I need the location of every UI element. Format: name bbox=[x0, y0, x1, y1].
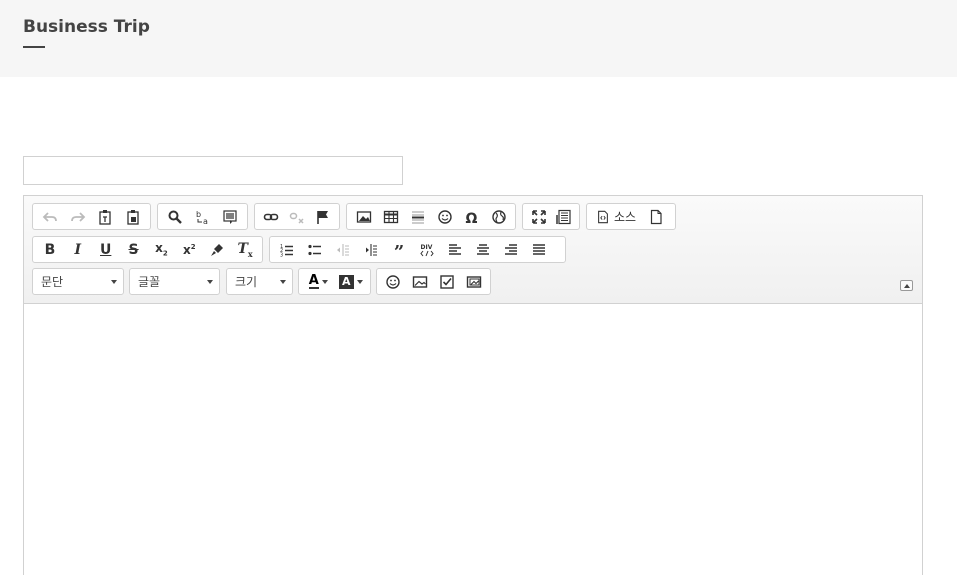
justify-icon[interactable] bbox=[525, 238, 553, 261]
emoji-icon[interactable] bbox=[380, 270, 407, 293]
toolbar-group-paragraph: 123 ” DIV bbox=[269, 236, 566, 263]
svg-text:DIV: DIV bbox=[421, 244, 433, 251]
collapse-icon bbox=[903, 283, 910, 288]
paste-text-icon[interactable] bbox=[92, 205, 120, 228]
smiley-icon[interactable] bbox=[431, 205, 458, 228]
image-icon[interactable] bbox=[350, 205, 377, 228]
underline-icon[interactable]: U bbox=[92, 238, 120, 261]
bulleted-list-icon[interactable] bbox=[301, 238, 329, 261]
rich-text-editor: ba Ω 소스 B I U S x2 x2 Tx 1 2 3 ” DIV 문단 … bbox=[23, 195, 923, 575]
source-button[interactable]: 소스 bbox=[590, 205, 642, 228]
editor-toolbar: ba Ω 소스 B I U S x2 x2 Tx 1 2 3 ” DIV 문단 … bbox=[24, 196, 922, 304]
bold-icon[interactable]: B bbox=[36, 238, 64, 261]
link-icon[interactable] bbox=[258, 205, 284, 228]
title-input[interactable] bbox=[23, 156, 403, 185]
find-icon[interactable] bbox=[161, 205, 189, 228]
horizontal-rule-icon[interactable] bbox=[404, 205, 431, 228]
font-combo-label: 글꼴 bbox=[138, 275, 161, 289]
show-blocks-icon[interactable] bbox=[551, 205, 576, 228]
undo-icon[interactable] bbox=[36, 205, 64, 228]
copy-format-icon[interactable] bbox=[203, 238, 231, 261]
title-underline bbox=[23, 46, 45, 48]
bg-color-icon: A bbox=[338, 274, 354, 289]
outdent-icon[interactable] bbox=[329, 238, 357, 261]
redo-icon[interactable] bbox=[64, 205, 92, 228]
svg-text:Ω: Ω bbox=[465, 211, 477, 225]
chevron-down-icon bbox=[207, 279, 213, 284]
toolbar-group-document: 소스 bbox=[586, 203, 676, 230]
bg-color-button[interactable]: A bbox=[335, 270, 368, 293]
replace-icon[interactable]: ba bbox=[189, 205, 217, 228]
svg-text:b: b bbox=[196, 210, 201, 219]
special-char-icon[interactable]: Ω bbox=[458, 205, 485, 228]
italic-icon[interactable]: I bbox=[64, 238, 92, 261]
editor-content-area[interactable] bbox=[24, 305, 922, 575]
toolbar-group-insert: Ω bbox=[346, 203, 516, 230]
toolbar-group-links bbox=[254, 203, 340, 230]
page-header: Business Trip bbox=[0, 0, 957, 77]
paste-word-icon[interactable] bbox=[119, 205, 147, 228]
image3-icon[interactable] bbox=[460, 270, 487, 293]
text-color-button[interactable]: A bbox=[302, 270, 335, 293]
page-title: Business Trip bbox=[23, 17, 150, 37]
toolbar-group-tools bbox=[522, 203, 580, 230]
superscript-icon[interactable]: x2 bbox=[175, 238, 203, 261]
chevron-down-icon bbox=[356, 279, 363, 284]
toolbar-group-extra bbox=[376, 268, 491, 295]
checkbox-icon[interactable] bbox=[434, 270, 461, 293]
indent-icon[interactable] bbox=[357, 238, 385, 261]
toolbar-group-colors: A A bbox=[298, 268, 371, 295]
subscript-icon[interactable]: x2 bbox=[148, 238, 176, 261]
select-all-icon[interactable] bbox=[216, 205, 244, 228]
numbered-list-icon[interactable]: 123 bbox=[273, 238, 301, 261]
unlink-icon[interactable] bbox=[284, 205, 310, 228]
font-combo[interactable]: 글꼴 bbox=[129, 268, 220, 295]
maximize-icon[interactable] bbox=[526, 205, 551, 228]
chevron-down-icon bbox=[111, 279, 117, 284]
svg-text:3: 3 bbox=[280, 252, 283, 258]
remove-format-icon[interactable]: Tx bbox=[231, 238, 259, 261]
size-combo[interactable]: 크기 bbox=[226, 268, 293, 295]
div-icon[interactable]: DIV bbox=[413, 238, 441, 261]
image2-icon[interactable] bbox=[407, 270, 434, 293]
size-combo-label: 크기 bbox=[235, 275, 258, 289]
iframe-icon[interactable] bbox=[485, 205, 512, 228]
source-icon bbox=[598, 210, 608, 223]
toolbar-group-basicstyles: B I U S x2 x2 Tx bbox=[32, 236, 263, 263]
svg-text:a: a bbox=[203, 217, 208, 225]
chevron-down-icon bbox=[280, 279, 286, 284]
source-label: 소스 bbox=[614, 210, 637, 224]
anchor-icon[interactable] bbox=[310, 205, 336, 228]
align-center-icon[interactable] bbox=[469, 238, 497, 261]
toolbar-group-clipboard bbox=[32, 203, 151, 230]
text-color-icon: A bbox=[308, 273, 319, 289]
blockquote-icon[interactable]: ” bbox=[385, 238, 413, 261]
table-icon[interactable] bbox=[377, 205, 404, 228]
new-page-icon[interactable] bbox=[642, 205, 670, 228]
chevron-down-icon bbox=[321, 279, 328, 284]
align-right-icon[interactable] bbox=[497, 238, 525, 261]
toolbar-group-editing: ba bbox=[157, 203, 248, 230]
format-combo-label: 문단 bbox=[41, 275, 64, 289]
collapse-toolbar-button[interactable] bbox=[900, 280, 913, 291]
strike-icon[interactable]: S bbox=[120, 238, 148, 261]
format-combo[interactable]: 문단 bbox=[32, 268, 124, 295]
align-left-icon[interactable] bbox=[441, 238, 469, 261]
